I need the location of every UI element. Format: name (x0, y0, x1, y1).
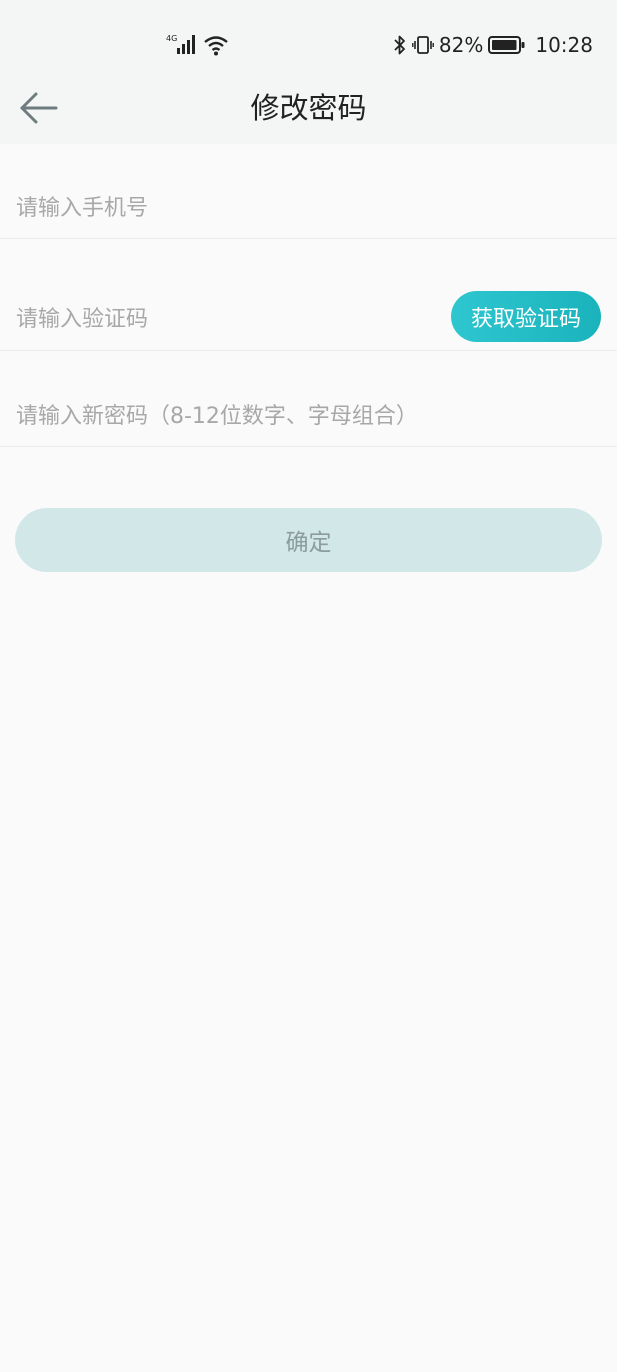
new-password-input[interactable] (16, 396, 596, 436)
battery-percent: 82% (438, 33, 484, 57)
page-title: 修改密码 (250, 91, 367, 125)
battery-icon (488, 36, 525, 54)
vibrate-icon (412, 36, 434, 54)
status-right: 82% 10:28 (393, 30, 593, 60)
verification-code-row: 获取验证码 (0, 239, 617, 351)
new-password-row (0, 351, 617, 447)
wifi-icon (204, 36, 228, 56)
get-code-button[interactable]: 获取验证码 (451, 291, 601, 342)
phone-input[interactable] (16, 188, 596, 228)
confirm-button[interactable]: 确定 (15, 508, 602, 572)
status-bar: 4G 82% 10:28 (0, 0, 617, 90)
signal-icon: 4G (166, 34, 195, 54)
navigation-bar: 修改密码 (0, 90, 617, 144)
verification-code-input[interactable] (16, 299, 416, 339)
bluetooth-icon (394, 35, 405, 55)
network-status: 4G (165, 32, 229, 58)
network-type-label: 4G (166, 34, 177, 43)
status-time: 10:28 (535, 33, 593, 57)
phone-row (0, 144, 617, 239)
